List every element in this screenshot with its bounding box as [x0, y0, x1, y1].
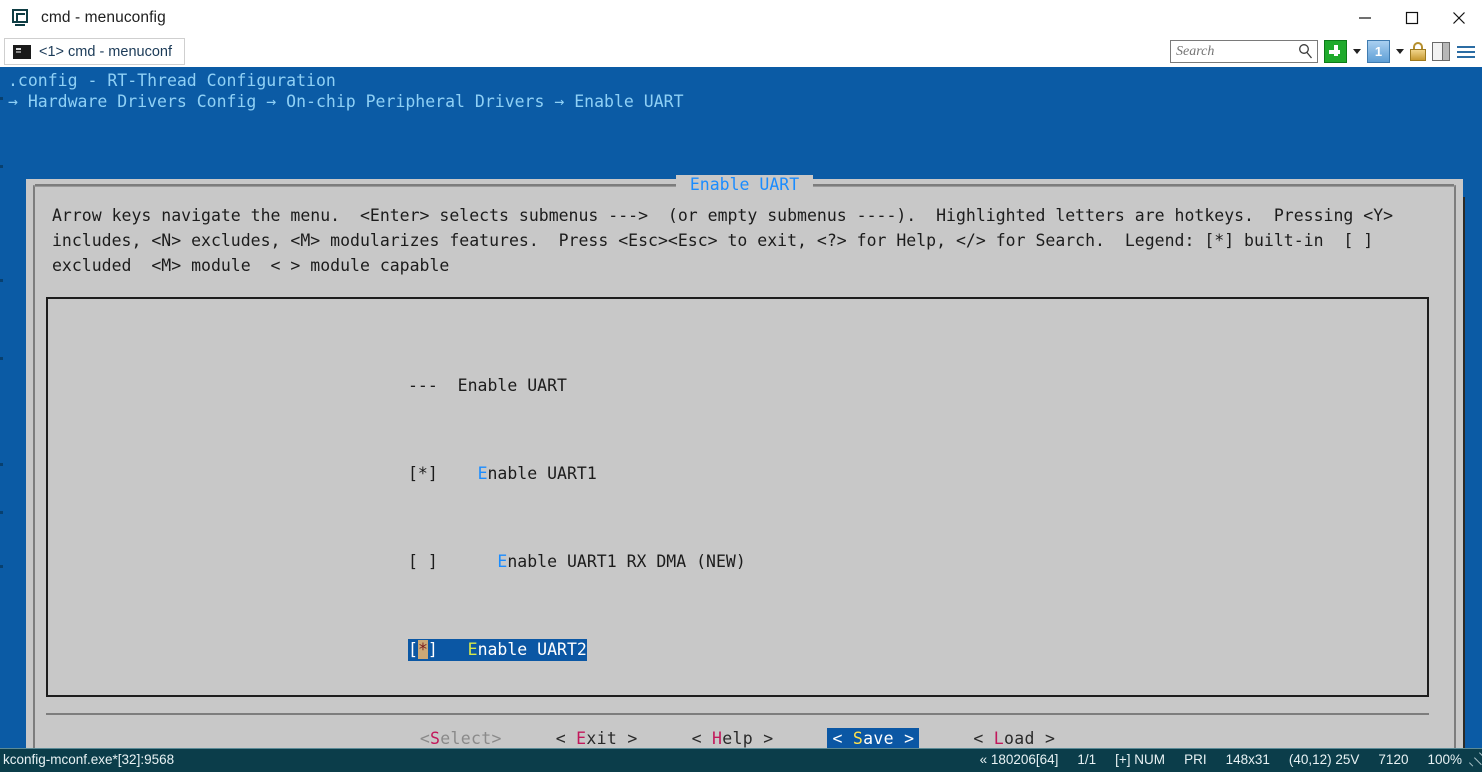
- menu-item-enable-uart2[interactable]: [*] Enable UART2: [408, 639, 587, 661]
- status-right-group: « 180206[64] 1/1 [+] NUM PRI 148x31 (40,…: [980, 752, 1462, 767]
- status-cursor-position: (40,12) 25V: [1289, 752, 1360, 767]
- dialog-button-bar: <Select> < Exit > < Help > < Save > < Lo…: [46, 713, 1429, 748]
- menu-item-marker: [*]: [408, 464, 438, 483]
- menu-item-hotkey: E: [497, 552, 507, 571]
- button-label: elect: [440, 729, 491, 748]
- split-pane-icon[interactable]: [1432, 42, 1450, 61]
- button-label: elp: [722, 729, 753, 748]
- menu-section-header: --- Enable UART: [408, 375, 746, 397]
- status-priority: PRI: [1184, 752, 1207, 767]
- button-label: ave: [863, 729, 894, 748]
- window-title: cmd - menuconfig: [41, 9, 166, 27]
- search-icon: [1298, 43, 1313, 64]
- menu-item-hotkey: E: [478, 464, 488, 483]
- menu-item-label: nable UART1 RX DMA (NEW): [507, 552, 745, 571]
- bracket-close: >: [753, 729, 773, 748]
- status-console-size: 148x31: [1226, 752, 1270, 767]
- menu-item-marker: [ ]: [408, 552, 438, 571]
- menu-item-marker-open: [: [408, 640, 418, 659]
- bracket-close: >: [894, 729, 914, 748]
- menu-item-label: nable UART1: [488, 464, 597, 483]
- new-console-dropdown-icon[interactable]: [1353, 49, 1361, 54]
- menu-listbox[interactable]: --- Enable UART [*] Enable UART1 [ ] Ena…: [46, 297, 1429, 697]
- tab-strip: <1> cmd - menuconf 1: [0, 36, 1482, 67]
- button-label: xit: [586, 729, 617, 748]
- select-button[interactable]: <Select>: [420, 729, 502, 748]
- console-app-icon: [11, 8, 31, 28]
- conemu-toolbar: 1: [1170, 39, 1476, 64]
- window-titlebar[interactable]: cmd - menuconfig: [0, 0, 1482, 36]
- console-tab-label: <1> cmd - menuconf: [39, 44, 172, 60]
- search-input[interactable]: [1171, 43, 1290, 61]
- console-surface[interactable]: .config - RT-Thread Configuration → Hard…: [0, 67, 1482, 748]
- button-hotkey: S: [430, 729, 440, 748]
- menu-icon[interactable]: [1456, 42, 1476, 61]
- status-bar: kconfig-mconf.exe*[32]:9568 « 180206[64]…: [0, 748, 1482, 770]
- bracket-close: >: [1035, 729, 1055, 748]
- help-text: Arrow keys navigate the menu. <Enter> se…: [52, 203, 1422, 278]
- active-console-icon[interactable]: 1: [1367, 40, 1390, 63]
- menu-item-marker-close: ]: [428, 640, 438, 659]
- console-tab-icon: [13, 45, 31, 59]
- load-button[interactable]: < Load >: [973, 729, 1055, 748]
- menu-rows: --- Enable UART [*] Enable UART1 [ ] Ena…: [408, 309, 746, 697]
- status-console-count: 1/1: [1077, 752, 1096, 767]
- dialog-title-bar: Enable UART: [35, 175, 1454, 194]
- help-button[interactable]: < Help >: [692, 729, 774, 748]
- maximize-icon[interactable]: [1388, 0, 1435, 36]
- save-button[interactable]: < Save >: [827, 728, 919, 749]
- menu-item-hotkey: E: [468, 640, 478, 659]
- menu-cursor-block: *: [418, 640, 428, 659]
- bracket-open: <: [692, 729, 712, 748]
- status-process: kconfig-mconf.exe*[32]:9568: [3, 752, 174, 767]
- menu-item-indent: [438, 640, 468, 659]
- bracket-open: <: [556, 729, 576, 748]
- close-icon[interactable]: [1435, 0, 1482, 36]
- bracket-close: >: [491, 729, 501, 748]
- status-memory: 7120: [1378, 752, 1408, 767]
- menu-item-indent: [438, 464, 478, 483]
- active-console-dropdown-icon[interactable]: [1396, 49, 1404, 54]
- menu-item-label: nable UART2: [478, 640, 587, 659]
- active-console-number: 1: [1375, 42, 1382, 61]
- lock-icon[interactable]: [1410, 42, 1426, 61]
- bracket-close: >: [617, 729, 637, 748]
- menuconfig-dialog: Enable UART Arrow keys navigate the menu…: [26, 179, 1463, 748]
- resize-grip-icon[interactable]: [1465, 752, 1481, 768]
- menu-item-indent: [438, 552, 498, 571]
- config-header: .config - RT-Thread Configuration: [8, 70, 336, 91]
- status-num-lock: [+] NUM: [1115, 752, 1165, 767]
- bracket-open: <: [832, 729, 852, 748]
- menu-item-enable-uart1[interactable]: [*] Enable UART1: [408, 463, 746, 485]
- breadcrumb: → Hardware Drivers Config → On-chip Peri…: [8, 91, 684, 112]
- minimize-icon[interactable]: [1341, 0, 1388, 36]
- new-console-icon[interactable]: [1324, 40, 1347, 63]
- button-hotkey: E: [576, 729, 586, 748]
- console-tab[interactable]: <1> cmd - menuconf: [4, 38, 185, 65]
- menu-item-enable-uart1-rx-dma[interactable]: [ ] Enable UART1 RX DMA (NEW): [408, 551, 746, 573]
- search-box[interactable]: [1170, 40, 1318, 63]
- bracket-open: <: [420, 729, 430, 748]
- button-hotkey: L: [994, 729, 1004, 748]
- bracket-open: <: [973, 729, 993, 748]
- window-controls: [1341, 0, 1482, 36]
- conemu-window: cmd - menuconfig <1> cmd - menuconf: [0, 0, 1482, 772]
- button-label: oad: [1004, 729, 1035, 748]
- exit-button[interactable]: < Exit >: [556, 729, 638, 748]
- button-hotkey: H: [712, 729, 722, 748]
- button-hotkey: S: [853, 729, 863, 748]
- status-zoom: 100%: [1427, 752, 1462, 767]
- status-build: « 180206[64]: [980, 752, 1059, 767]
- dialog-title: Enable UART: [676, 175, 813, 194]
